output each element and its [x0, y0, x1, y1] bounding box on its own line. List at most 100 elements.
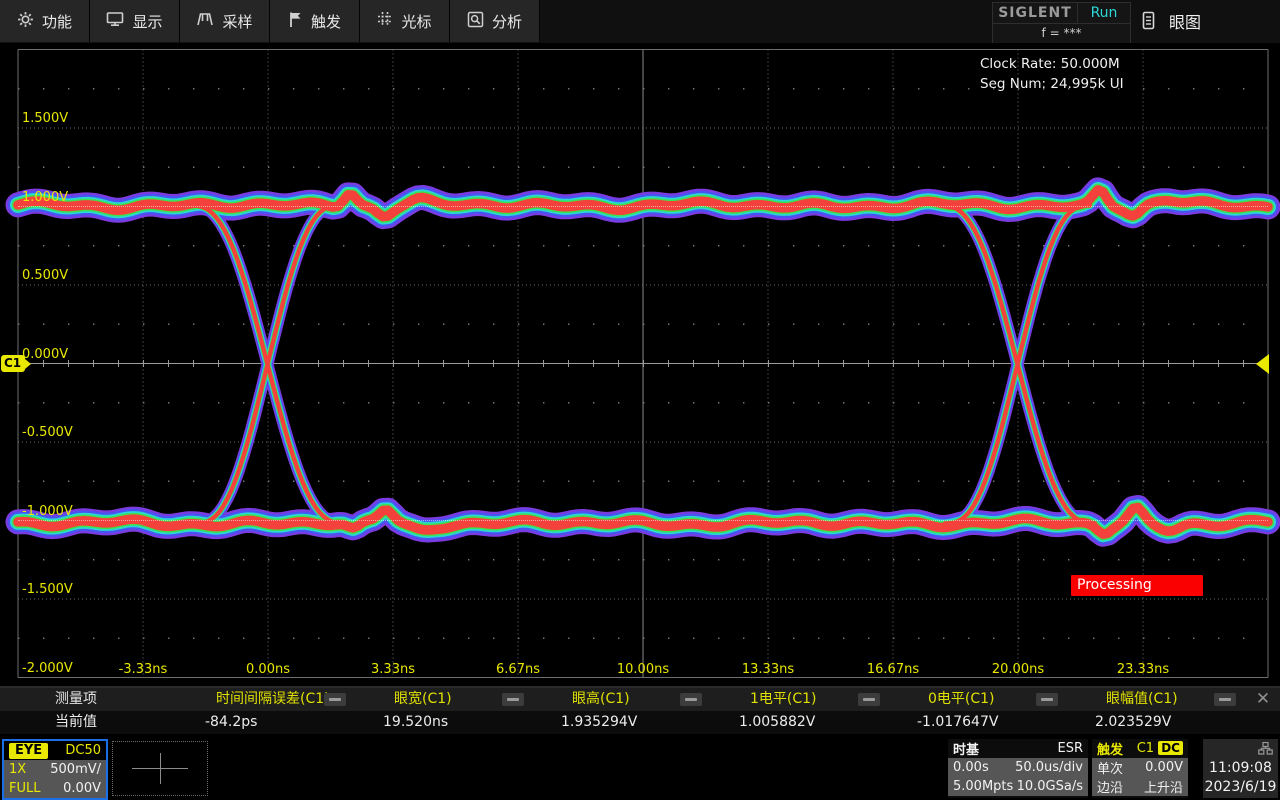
- voltage-tick-label: -0.500V: [22, 425, 73, 440]
- remove-measurement-button[interactable]: [858, 693, 880, 706]
- time-tick-label: -3.33ns: [119, 662, 168, 677]
- time-tick-label: 6.67ns: [496, 662, 540, 677]
- channel-mode-badge: EYE: [9, 743, 48, 759]
- timebase-delay: 0.00s: [953, 760, 989, 775]
- measurement-name: 0电平(C1): [928, 688, 995, 711]
- menu-item-label: 采样: [222, 11, 252, 32]
- menu-item-trigger-flag[interactable]: 触发: [270, 0, 360, 42]
- close-measurements-button[interactable]: ✕: [1250, 689, 1276, 710]
- time-tick-label: 23.33ns: [1117, 662, 1169, 677]
- menu-item-sampling[interactable]: 采样: [180, 0, 270, 42]
- measurement-name: 测量项: [55, 688, 97, 711]
- time-tick-label: 0.00ns: [246, 662, 290, 677]
- measurement-value: -1.017647V: [917, 711, 998, 734]
- trigger-source: C1: [1137, 741, 1154, 756]
- menu-item-analyze[interactable]: 分析: [450, 0, 540, 42]
- clock-rate-readout: Clock Rate: 50.000M: [980, 56, 1120, 72]
- trigger-type: 边沿: [1097, 777, 1123, 796]
- eye-menu-label: 眼图: [1169, 9, 1201, 33]
- voltage-tick-label: 1.000V: [22, 190, 68, 205]
- trigger-tile[interactable]: 触发 C1 DC 单次 0.00V 边沿 上升沿: [1092, 739, 1188, 798]
- segment-count-readout: Seg Num: 24.995k UI: [980, 76, 1124, 92]
- measurement-value: 当前值: [55, 711, 97, 734]
- remove-measurement-button[interactable]: [1036, 693, 1058, 706]
- measurement-value: 2.023529V: [1095, 711, 1171, 734]
- trigger-coupling-badge: DC: [1158, 741, 1183, 755]
- gear-icon: [17, 11, 34, 32]
- datetime-tile: 11:09:08 2023/6/19: [1203, 739, 1278, 798]
- timebase-title: 时基: [953, 739, 979, 758]
- menu-item-cursor-grid[interactable]: 光标: [360, 0, 450, 42]
- menu-item-label: 光标: [401, 11, 431, 32]
- measurement-value: -84.2ps: [205, 711, 257, 734]
- measurement-name: 眼幅值(C1): [1106, 688, 1178, 711]
- channel-coupling: DC50: [65, 743, 101, 758]
- menu-item-label: 分析: [492, 11, 522, 32]
- measurement-column: 眼幅值(C1)2.023529V: [1068, 688, 1246, 734]
- crosshair-icon: [160, 753, 161, 784]
- menu-item-gear[interactable]: 功能: [0, 0, 90, 42]
- channel-1-offset-marker[interactable]: C1: [1, 355, 25, 372]
- measurement-name: 1电平(C1): [750, 688, 817, 711]
- remove-measurement-button[interactable]: [1214, 693, 1236, 706]
- time-tick-label: 10.00ns: [617, 662, 669, 677]
- measurement-name: 眼宽(C1): [394, 688, 452, 711]
- timebase-tile[interactable]: 时基 ESR 0.00s 50.0us/div 5.00Mpts 10.0GSa…: [948, 739, 1088, 798]
- voltage-tick-label: 0.500V: [22, 268, 68, 283]
- measurement-value: 1.935294V: [561, 711, 637, 734]
- close-icon: ✕: [1256, 689, 1270, 709]
- channel-offset: 0.00V: [63, 781, 101, 796]
- menu-item-label: 功能: [42, 11, 72, 32]
- menu-item-eye-diagram[interactable]: 眼图: [1140, 0, 1250, 42]
- channel-scale: 500mV/: [50, 762, 101, 777]
- measurement-name: 时间间隔误差(C1): [216, 688, 330, 711]
- time-tick-label: 16.67ns: [867, 662, 919, 677]
- eye-diagram-icon: [1140, 11, 1157, 31]
- trigger-flag-icon: [288, 11, 303, 32]
- voltage-tick-label: -2.000V: [22, 661, 73, 676]
- measurement-name: 眼高(C1): [572, 688, 630, 711]
- measurement-column: 眼宽(C1)19.520ns: [356, 688, 534, 734]
- measurement-bar: 测量项当前值时间间隔误差(C1)-84.2ps眼宽(C1)19.520ns眼高(…: [0, 688, 1280, 734]
- channel-bandwidth: FULL: [9, 781, 40, 796]
- run-status[interactable]: Run: [1077, 3, 1130, 23]
- timebase-mode: ESR: [1058, 741, 1084, 756]
- clock-time: 11:09:08: [1203, 760, 1278, 776]
- time-tick-label: 13.33ns: [742, 662, 794, 677]
- trigger-slope: 上升沿: [1144, 777, 1183, 796]
- remove-measurement-button[interactable]: [502, 693, 524, 706]
- voltage-tick-label: 1.500V: [22, 111, 68, 126]
- analyze-icon: [467, 11, 484, 32]
- measurement-column: 1电平(C1)1.005882V: [712, 688, 890, 734]
- waveform-display: 1.500V1.000V0.500V0.000V-0.500V-1.000V-1…: [0, 43, 1280, 686]
- time-tick-label: 3.33ns: [371, 662, 415, 677]
- timebase-sample-rate: 10.0GSa/s: [1017, 779, 1083, 794]
- acquisition-status-box: SIGLENT Run f = ***: [992, 2, 1131, 44]
- voltage-tick-label: -1.000V: [22, 504, 73, 519]
- remove-measurement-button[interactable]: [680, 693, 702, 706]
- remove-measurement-button[interactable]: [324, 693, 346, 706]
- trigger-level-marker[interactable]: [1256, 354, 1269, 374]
- clock-date: 2023/6/19: [1203, 779, 1278, 795]
- measurement-column: 时间间隔误差(C1)-84.2ps: [178, 688, 356, 734]
- processing-badge: Processing: [1071, 575, 1203, 596]
- zero-level-gridline: [18, 520, 1268, 521]
- cursor-grid-icon: [377, 11, 393, 31]
- voltage-tick-label: -1.500V: [22, 582, 73, 597]
- time-tick-label: 20.00ns: [992, 662, 1044, 677]
- sampling-icon: [196, 11, 214, 31]
- frequency-readout: f = ***: [993, 23, 1130, 42]
- menu-item-label: 显示: [132, 11, 162, 32]
- empty-channel-slot[interactable]: [112, 741, 208, 796]
- channel-1-tile[interactable]: EYE DC50 1X 500mV/ FULL 0.00V: [2, 739, 108, 800]
- top-menu-bar: 功能 显示 采样触发 光标 分析 SIGLENT Run f = *** 眼图: [0, 0, 1280, 43]
- bottom-dock: EYE DC50 1X 500mV/ FULL 0.00V 时基 ESR 0.0…: [0, 737, 1280, 800]
- trigger-level: 0.00V: [1145, 760, 1183, 775]
- measurement-value: 1.005882V: [739, 711, 815, 734]
- trigger-sweep-mode: 单次: [1097, 758, 1123, 777]
- trigger-title: 触发: [1097, 739, 1123, 758]
- measurement-column: 0电平(C1)-1.017647V: [890, 688, 1068, 734]
- menu-item-display[interactable]: 显示: [90, 0, 180, 42]
- channel-probe: 1X: [9, 762, 26, 777]
- timebase-scale: 50.0us/div: [1015, 760, 1083, 775]
